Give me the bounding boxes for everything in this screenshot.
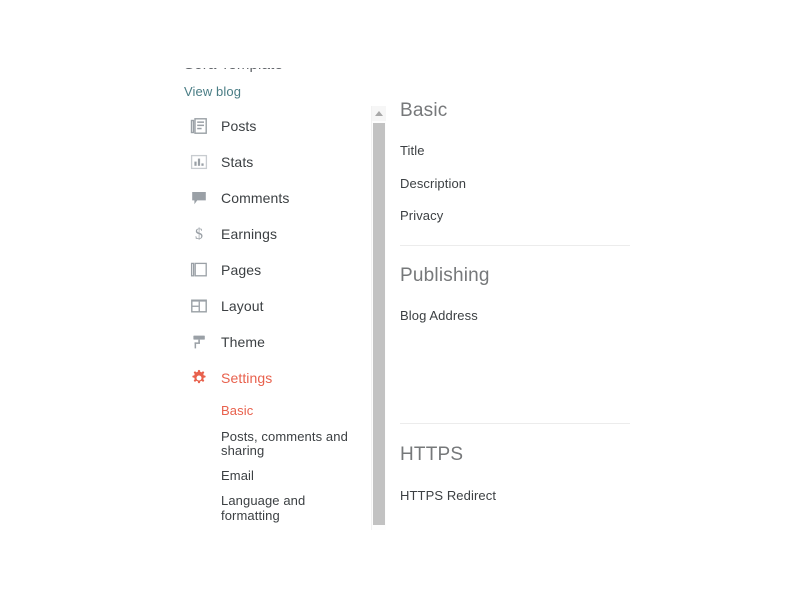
settings-gear-icon xyxy=(188,367,210,389)
sidebar-item-layout[interactable]: Layout xyxy=(176,288,372,324)
chevron-up-icon xyxy=(375,111,383,116)
setting-row-privacy[interactable]: Privacy xyxy=(400,208,640,223)
sidebar-item-settings[interactable]: Settings xyxy=(176,360,372,396)
setting-row-https-redirect[interactable]: HTTPS Redirect xyxy=(400,488,640,503)
sidebar-item-label: Pages xyxy=(221,262,262,278)
sidebar-nav-panel: Sora Template View blog Posts Stats Comm… xyxy=(176,56,372,530)
section-basic: Basic Title Description Privacy xyxy=(400,100,640,223)
submenu-item-language-and-formatting[interactable]: Language and formatting xyxy=(176,493,372,523)
setting-row-blog-address[interactable]: Blog Address xyxy=(400,308,640,323)
scrollbar-thumb[interactable] xyxy=(373,123,385,525)
submenu-item-email[interactable]: Email xyxy=(176,467,372,484)
setting-label: Description xyxy=(400,176,467,191)
sidebar-item-theme[interactable]: Theme xyxy=(176,324,372,360)
sidebar-item-label: Posts xyxy=(221,118,257,134)
sidebar-scrollbar[interactable] xyxy=(371,106,386,530)
sidebar-item-pages[interactable]: Pages xyxy=(176,252,372,288)
pages-icon xyxy=(188,259,210,281)
sidebar-item-comments[interactable]: Comments xyxy=(176,180,372,216)
submenu-item-label: Posts, comments and sharing xyxy=(221,428,348,458)
scroll-up-button[interactable] xyxy=(372,106,386,121)
setting-label: Blog Address xyxy=(400,308,478,323)
section-divider xyxy=(400,423,630,424)
section-title: HTTPS xyxy=(400,444,464,465)
section-title: Basic xyxy=(400,100,448,121)
settings-submenu: Basic Posts, comments and sharing Email … xyxy=(176,403,372,523)
sidebar-item-list: Posts Stats Comments $ Earnings Pages La… xyxy=(176,108,372,523)
theme-icon xyxy=(188,331,210,353)
svg-text:$: $ xyxy=(195,226,203,243)
stats-icon xyxy=(188,151,210,173)
section-publishing: Publishing Blog Address xyxy=(400,265,640,323)
sidebar-item-label: Earnings xyxy=(221,226,278,242)
comments-icon xyxy=(188,187,210,209)
setting-label: Title xyxy=(400,143,425,158)
sidebar-item-earnings[interactable]: $ Earnings xyxy=(176,216,372,252)
section-https: HTTPS HTTPS Redirect xyxy=(400,444,640,503)
layout-icon xyxy=(188,295,210,317)
submenu-item-posts-comments-sharing[interactable]: Posts, comments and sharing xyxy=(176,428,372,459)
sidebar-item-label: Theme xyxy=(221,334,266,350)
submenu-item-label: Language and formatting xyxy=(221,493,306,523)
earnings-icon: $ xyxy=(188,223,210,245)
submenu-item-label: Basic xyxy=(221,403,254,418)
section-title: Publishing xyxy=(400,265,490,286)
section-divider xyxy=(400,245,630,246)
sidebar-item-label: Comments xyxy=(221,190,290,206)
blogger-settings-screen: Sora Template View blog Posts Stats Comm… xyxy=(0,0,800,600)
setting-label: HTTPS Redirect xyxy=(400,488,497,503)
setting-row-description[interactable]: Description xyxy=(400,176,640,191)
view-blog-link[interactable]: View blog xyxy=(184,84,241,99)
settings-content-panel: Basic Title Description Privacy Publishi… xyxy=(400,100,640,503)
submenu-item-basic[interactable]: Basic xyxy=(176,403,372,419)
posts-icon xyxy=(188,115,210,137)
sidebar-item-label: Layout xyxy=(221,298,264,314)
blog-title: Sora Template xyxy=(184,56,284,73)
sidebar-item-stats[interactable]: Stats xyxy=(176,144,372,180)
setting-row-title[interactable]: Title xyxy=(400,143,640,158)
sidebar-item-posts[interactable]: Posts xyxy=(176,108,372,144)
sidebar-item-label: Stats xyxy=(221,154,254,170)
sidebar-item-label: Settings xyxy=(221,370,273,386)
submenu-item-label: Email xyxy=(221,467,255,483)
setting-label: Privacy xyxy=(400,208,444,223)
